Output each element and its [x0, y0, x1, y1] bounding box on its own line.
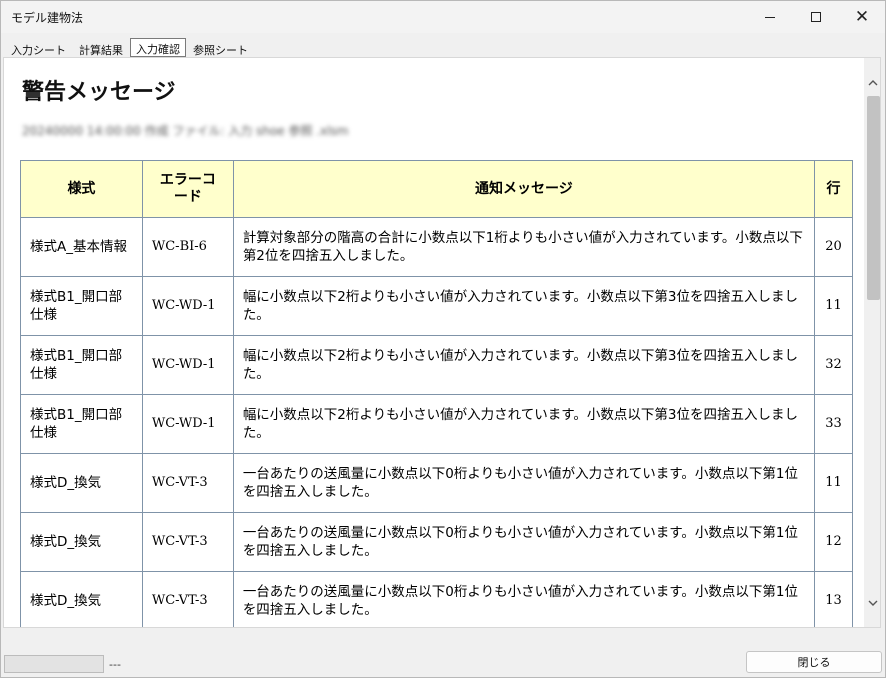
cell-row: 32 — [813, 335, 854, 395]
cell-code: WC-VT-3 — [141, 453, 234, 513]
table-row: 様式D_換気 WC-VT-3 一台あたりの送風量に小数点以下0桁よりも小さい値が… — [20, 512, 854, 572]
tab-calc-results[interactable]: 計算結果 — [73, 39, 129, 57]
cell-row: 11 — [813, 453, 854, 513]
scroll-up-button[interactable] — [864, 74, 880, 92]
status-text: --- — [109, 658, 121, 671]
cell-style: 様式B1_開口部仕様 — [20, 276, 143, 336]
table-row: 様式B1_開口部仕様 WC-WD-1 幅に小数点以下2桁よりも小さい値が入力され… — [20, 276, 854, 336]
status-bar: --- 閉じる — [1, 631, 885, 677]
maximize-icon — [811, 12, 821, 22]
tab-reference-sheet[interactable]: 参照シート — [187, 39, 254, 57]
cell-row: 13 — [813, 571, 854, 627]
cell-code: WC-WD-1 — [141, 276, 234, 336]
cell-message: 幅に小数点以下2桁よりも小さい値が入力されています。小数点以下第3位を四捨五入し… — [232, 276, 815, 336]
vertical-scrollbar[interactable] — [864, 58, 880, 627]
cell-row: 12 — [813, 512, 854, 572]
cell-code: WC-VT-3 — [141, 512, 234, 572]
cell-row: 20 — [813, 217, 854, 277]
cell-row: 33 — [813, 394, 854, 454]
tab-input-check[interactable]: 入力確認 — [130, 38, 186, 57]
title-bar[interactable]: モデル建物法 ✕ — [1, 1, 885, 33]
chevron-up-icon — [868, 80, 878, 86]
cell-style: 様式B1_開口部仕様 — [20, 335, 143, 395]
close-icon: ✕ — [854, 6, 870, 27]
scroll-down-button[interactable] — [864, 594, 880, 612]
cell-style: 様式D_換気 — [20, 512, 143, 572]
cell-row: 11 — [813, 276, 854, 336]
tab-strip: 入力シート 計算結果 入力確認 参照シート — [5, 37, 255, 57]
cell-style: 様式A_基本情報 — [20, 217, 143, 277]
content-panel: 警告メッセージ 20240000 14:00:00 作成 ファイル: 入力 sh… — [3, 57, 881, 628]
chevron-down-icon — [868, 600, 878, 606]
cell-style: 様式B1_開口部仕様 — [20, 394, 143, 454]
scroll-thumb[interactable] — [867, 96, 880, 300]
cell-message: 一台あたりの送風量に小数点以下0桁よりも小さい値が入力されています。小数点以下第… — [232, 453, 815, 513]
close-button[interactable]: 閉じる — [746, 651, 882, 673]
table-row: 様式A_基本情報 WC-BI-6 計算対象部分の階高の合計に小数点以下1桁よりも… — [20, 217, 854, 277]
cell-message: 一台あたりの送風量に小数点以下0桁よりも小さい値が入力されています。小数点以下第… — [232, 571, 815, 627]
warning-table: 様式 エラーコード 通知メッセージ 行 様式A_基本情報 WC-BI-6 計算対… — [20, 160, 854, 627]
blurred-file-info: 20240000 14:00:00 作成 ファイル: 入力 shoe 参照 .x… — [22, 124, 349, 138]
table-row: 様式D_換気 WC-VT-3 一台あたりの送風量に小数点以下0桁よりも小さい値が… — [20, 453, 854, 513]
page-title: 警告メッセージ — [22, 80, 176, 105]
progress-bar — [4, 655, 104, 673]
cell-message: 一台あたりの送風量に小数点以下0桁よりも小さい値が入力されています。小数点以下第… — [232, 512, 815, 572]
cell-message: 計算対象部分の階高の合計に小数点以下1桁よりも小さい値が入力されています。小数点… — [232, 217, 815, 277]
close-window-button[interactable]: ✕ — [839, 1, 885, 33]
header-style: 様式 — [20, 160, 143, 218]
cell-style: 様式D_換気 — [20, 571, 143, 627]
maximize-button[interactable] — [793, 1, 839, 33]
cell-code: WC-VT-3 — [141, 571, 234, 627]
app-window: モデル建物法 ✕ 入力シート 計算結果 入力確認 参照シート 警告メッセージ 2… — [0, 0, 886, 678]
minimize-button[interactable] — [747, 1, 793, 33]
header-error-code: エラーコード — [141, 160, 234, 218]
tab-input-sheet[interactable]: 入力シート — [5, 39, 72, 57]
table-row: 様式D_換気 WC-VT-3 一台あたりの送風量に小数点以下0桁よりも小さい値が… — [20, 571, 854, 627]
cell-code: WC-WD-1 — [141, 335, 234, 395]
cell-message: 幅に小数点以下2桁よりも小さい値が入力されています。小数点以下第3位を四捨五入し… — [232, 394, 815, 454]
minimize-icon — [765, 16, 775, 18]
header-error-code-label: エラーコード — [159, 172, 216, 205]
header-message: 通知メッセージ — [232, 160, 815, 218]
cell-message: 幅に小数点以下2桁よりも小さい値が入力されています。小数点以下第3位を四捨五入し… — [232, 335, 815, 395]
header-row: 行 — [813, 160, 854, 218]
window-title: モデル建物法 — [11, 11, 84, 25]
cell-code: WC-BI-6 — [141, 217, 234, 277]
table-row: 様式B1_開口部仕様 WC-WD-1 幅に小数点以下2桁よりも小さい値が入力され… — [20, 335, 854, 395]
cell-code: WC-WD-1 — [141, 394, 234, 454]
table-row: 様式B1_開口部仕様 WC-WD-1 幅に小数点以下2桁よりも小さい値が入力され… — [20, 394, 854, 454]
table-header-row: 様式 エラーコード 通知メッセージ 行 — [20, 160, 854, 218]
cell-style: 様式D_換気 — [20, 453, 143, 513]
